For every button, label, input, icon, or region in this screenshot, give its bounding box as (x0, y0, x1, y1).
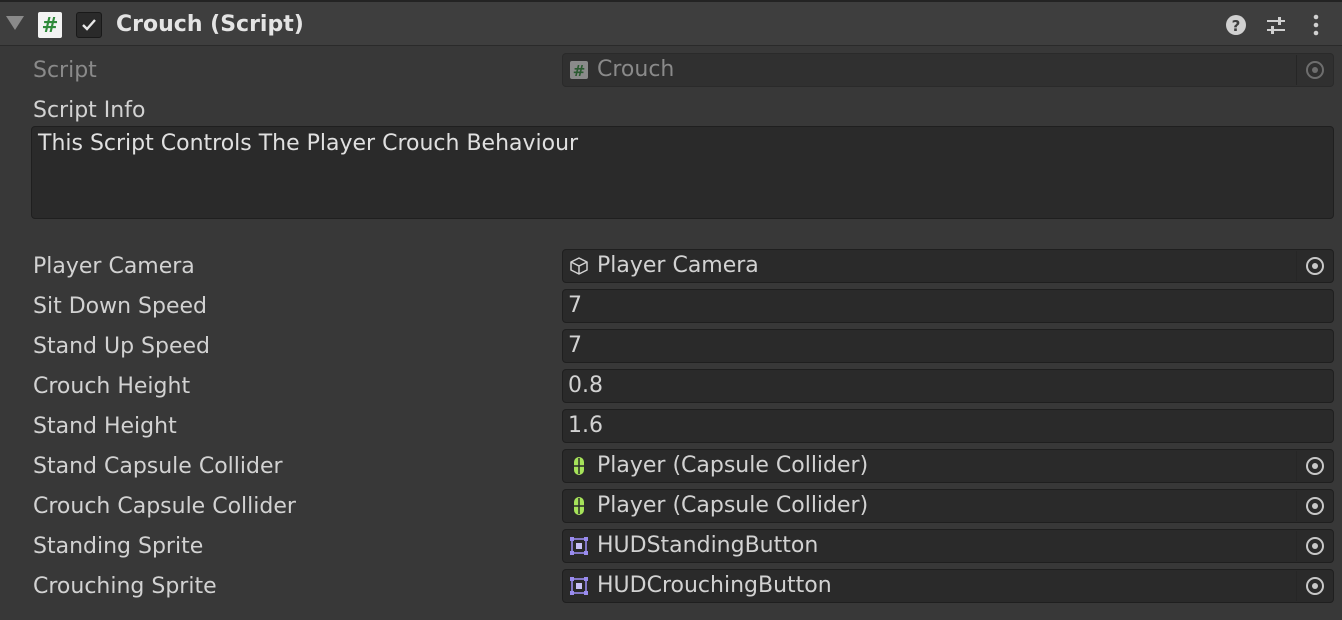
player-camera-field[interactable]: Player Camera (562, 249, 1334, 283)
player-camera-label: Player Camera (33, 254, 195, 279)
target-picker-icon (1306, 61, 1324, 79)
sprite-icon (570, 577, 588, 595)
crouch-capsule-collider-value: Player (Capsule Collider) (597, 493, 869, 518)
sit-down-speed-label: Sit Down Speed (33, 294, 207, 319)
crouch-height-field[interactable]: 0.8 (562, 369, 1334, 403)
stand-height-field[interactable]: 1.6 (562, 409, 1334, 443)
script-field: # Crouch (562, 53, 1334, 87)
target-picker-icon (1306, 537, 1324, 555)
svg-text:?: ? (1232, 17, 1241, 35)
stand-up-speed-label: Stand Up Speed (33, 334, 210, 359)
stand-height-value: 1.6 (568, 413, 603, 438)
stand-height-label: Stand Height (33, 414, 177, 439)
object-picker-button[interactable] (1296, 251, 1332, 281)
crouching-sprite-field[interactable]: HUDCrouchingButton (562, 569, 1334, 603)
target-picker-icon (1306, 577, 1324, 595)
crouching-sprite-label: Crouching Sprite (33, 574, 217, 599)
foldout-arrow-icon[interactable] (6, 16, 24, 30)
object-picker-button[interactable] (1296, 55, 1332, 85)
object-picker-button[interactable] (1296, 451, 1332, 481)
script-label: Script (33, 58, 97, 83)
sit-down-speed-field[interactable]: 7 (562, 289, 1334, 323)
script-hash-icon: # (570, 61, 588, 80)
capsule-collider-icon (574, 497, 584, 515)
stand-up-speed-field[interactable]: 7 (562, 329, 1334, 363)
enable-checkbox[interactable] (76, 12, 102, 38)
standing-sprite-label: Standing Sprite (33, 534, 204, 559)
script-info-textarea[interactable]: This Script Controls The Player Crouch B… (31, 126, 1334, 219)
component-title: Crouch (Script) (116, 12, 304, 37)
component-header: # Crouch (Script) ? (0, 0, 1342, 46)
help-icon[interactable]: ? (1223, 12, 1249, 38)
object-picker-button[interactable] (1296, 531, 1332, 561)
standing-sprite-value: HUDStandingButton (597, 533, 819, 558)
sprite-icon (570, 537, 588, 555)
script-field-value: Crouch (597, 57, 675, 82)
crouch-capsule-collider-field[interactable]: Player (Capsule Collider) (562, 489, 1334, 523)
presets-sliders-icon[interactable] (1263, 12, 1289, 38)
stand-capsule-collider-field[interactable]: Player (Capsule Collider) (562, 449, 1334, 483)
target-picker-icon (1306, 497, 1324, 515)
gameobject-cube-icon (570, 257, 588, 275)
sit-down-speed-value: 7 (568, 293, 582, 318)
crouching-sprite-value: HUDCrouchingButton (597, 573, 832, 598)
svg-text:#: # (573, 62, 586, 80)
crouch-capsule-collider-label: Crouch Capsule Collider (33, 494, 296, 519)
script-info-label: Script Info (33, 98, 146, 123)
script-hash-icon: # (38, 12, 62, 38)
crouch-height-label: Crouch Height (33, 374, 191, 399)
capsule-collider-icon (574, 457, 584, 475)
kebab-menu-icon[interactable] (1303, 12, 1329, 38)
stand-up-speed-value: 7 (568, 333, 582, 358)
checkmark-icon (82, 19, 96, 31)
stand-capsule-collider-value: Player (Capsule Collider) (597, 453, 869, 478)
object-picker-button[interactable] (1296, 491, 1332, 521)
target-picker-icon (1306, 257, 1324, 275)
crouch-height-value: 0.8 (568, 373, 603, 398)
object-picker-button[interactable] (1296, 571, 1332, 601)
stand-capsule-collider-label: Stand Capsule Collider (33, 454, 283, 479)
standing-sprite-field[interactable]: HUDStandingButton (562, 529, 1334, 563)
target-picker-icon (1306, 457, 1324, 475)
player-camera-value: Player Camera (597, 253, 759, 278)
